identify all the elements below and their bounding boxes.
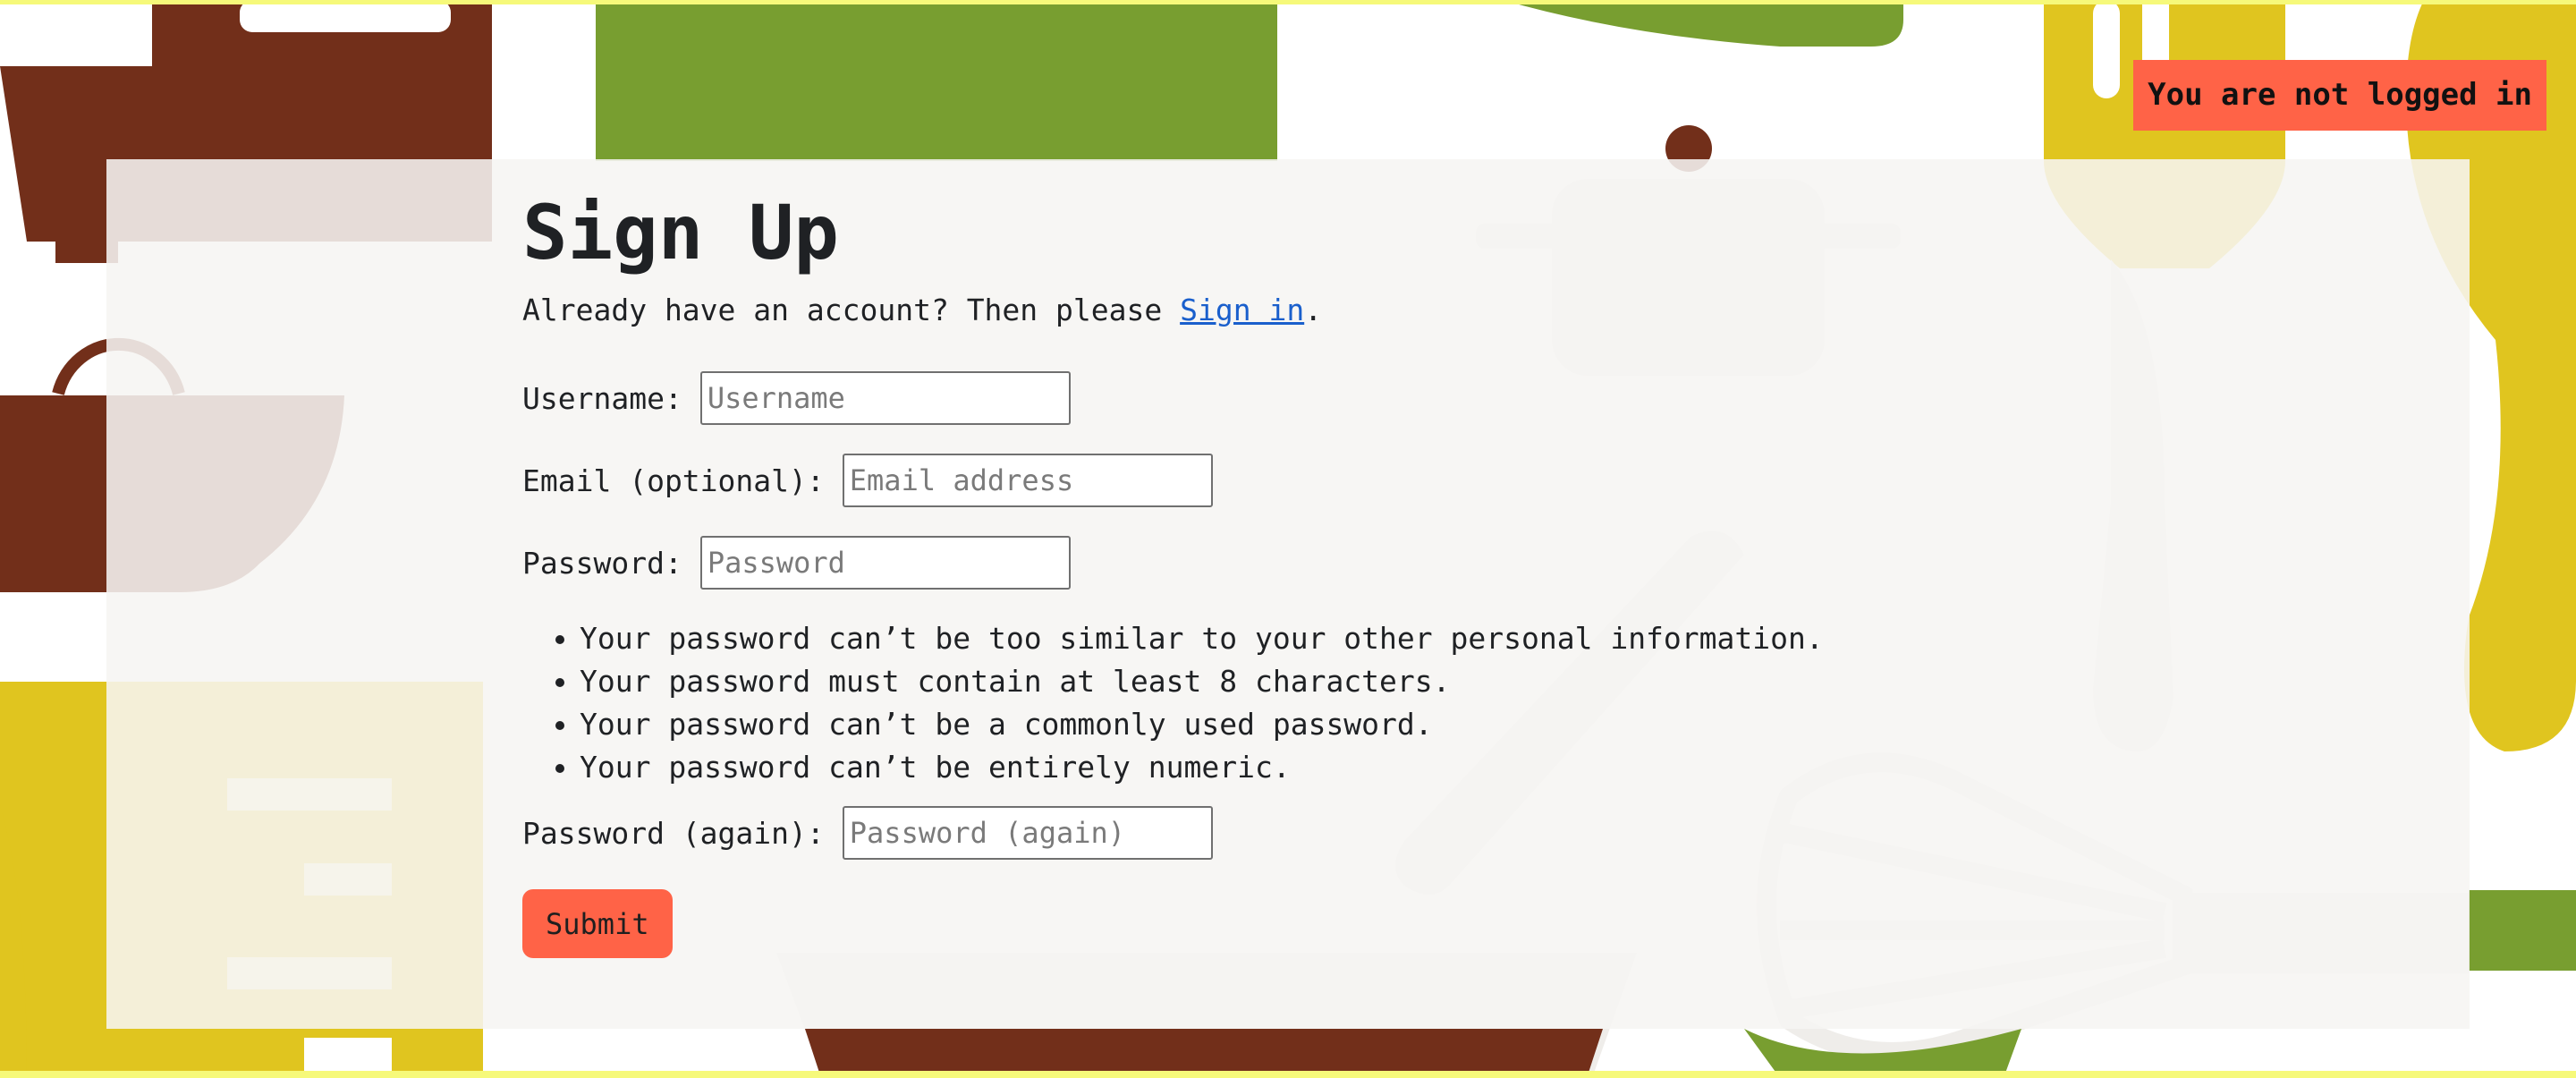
signin-prompt: Already have an account? Then please Sig… (522, 286, 1864, 335)
email-row: Email (optional): (522, 453, 1864, 508)
username-input[interactable] (699, 371, 1071, 425)
password-input[interactable] (699, 536, 1071, 590)
green-bar (2469, 890, 2576, 971)
signin-prefix: Already have an account? Then please (522, 293, 1181, 327)
signup-form-container: Sign Up Already have an account? Then pl… (522, 179, 1864, 958)
password-again-label: Password (again): (522, 815, 825, 851)
username-row: Username: (522, 370, 1864, 426)
username-label: Username: (522, 380, 682, 416)
password-rule: Your password can’t be too similar to yo… (580, 617, 1864, 660)
password-rule: Your password must contain at least 8 ch… (580, 660, 1864, 703)
password-rules-list: Your password can’t be too similar to yo… (522, 617, 1864, 789)
email-input[interactable] (842, 454, 1213, 507)
ladle-icon (1503, 0, 1903, 47)
password-again-row: Password (again): (522, 805, 1864, 861)
top-border (0, 0, 2576, 4)
password-rule: Your password can’t be a commonly used p… (580, 703, 1864, 746)
page-title: Sign Up (522, 189, 840, 276)
password-rule: Your password can’t be entirely numeric. (580, 746, 1864, 789)
signin-suffix: . (1304, 293, 1323, 327)
bottom-border (0, 1071, 2576, 1078)
signup-form: Username: Email (optional): Password: Yo… (522, 370, 1864, 958)
password-again-input[interactable] (842, 806, 1213, 860)
password-row: Password: (522, 535, 1864, 590)
password-label: Password: (522, 545, 682, 581)
submit-button[interactable]: Submit (522, 889, 673, 958)
signin-link[interactable]: Sign in (1180, 293, 1304, 327)
login-status-badge: You are not logged in (2133, 60, 2546, 131)
green-block (596, 0, 1277, 161)
email-label: Email (optional): (522, 463, 825, 498)
